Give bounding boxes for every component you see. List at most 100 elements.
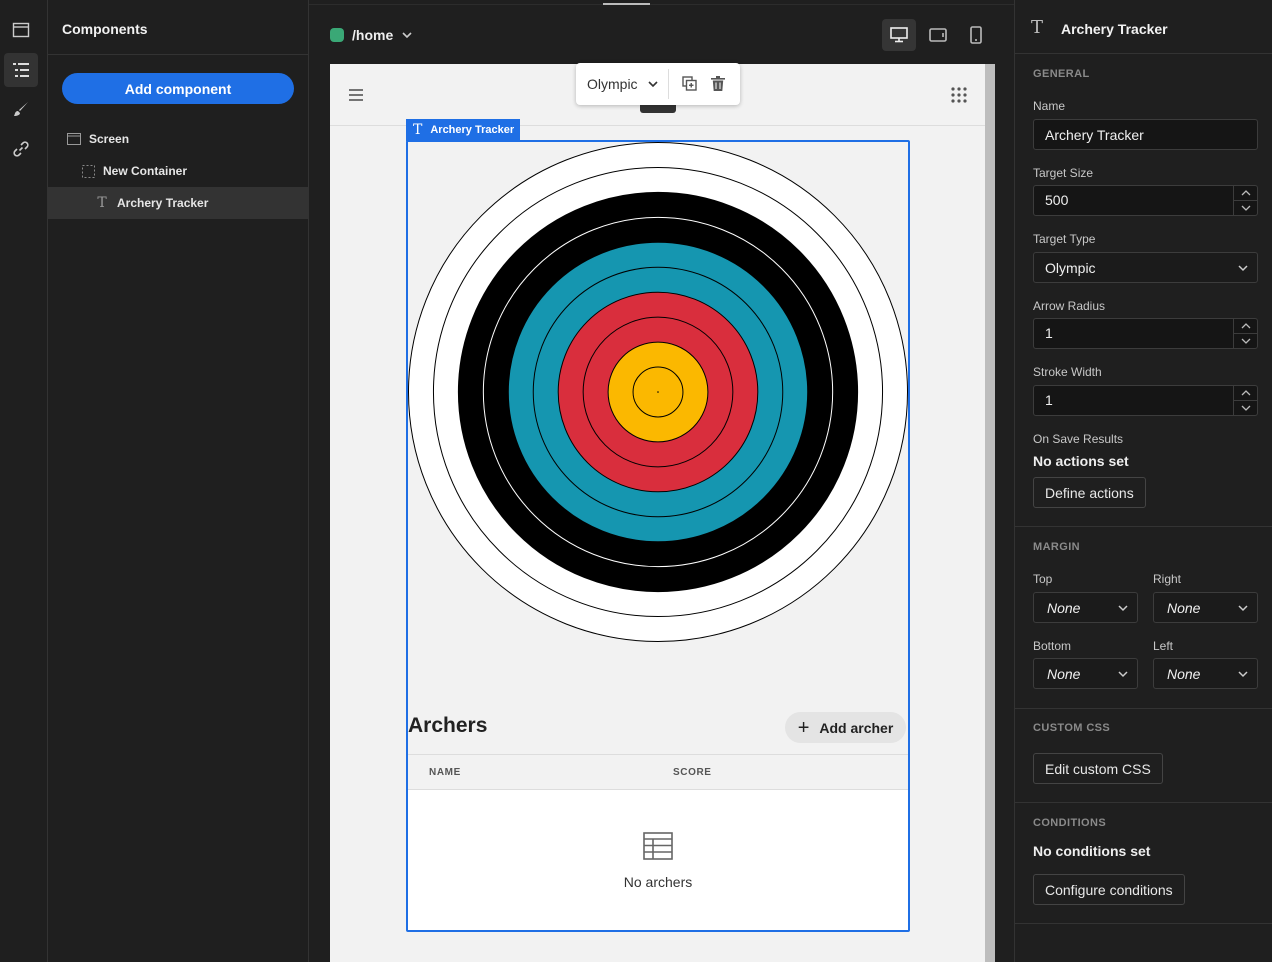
margin-top-value: None <box>1047 599 1081 616</box>
section-title-margin: MARGIN <box>1033 541 1081 553</box>
margin-left-select[interactable]: None <box>1153 658 1258 689</box>
add-archer-label: Add archer <box>819 719 894 736</box>
settings-header: T Archery Tracker <box>1015 0 1272 54</box>
tree-item-archery-tracker[interactable]: T Archery Tracker <box>48 187 309 219</box>
stroke-width-value: 1 <box>1045 392 1053 408</box>
column-header-score[interactable]: SCORE <box>673 767 712 778</box>
margin-bottom-select[interactable]: None <box>1033 658 1138 689</box>
name-label: Name <box>1033 99 1066 113</box>
arrow-radius-value: 1 <box>1045 325 1053 341</box>
column-header-name[interactable]: NAME <box>429 767 461 778</box>
tablet-icon <box>929 28 947 42</box>
on-save-label: On Save Results <box>1033 432 1124 446</box>
target-size-value: 500 <box>1045 192 1069 208</box>
tree-item-label: New Container <box>103 164 188 178</box>
target-type-label: Target Type <box>1033 232 1096 246</box>
empty-state-text: No archers <box>623 874 693 890</box>
chevron-down-icon[interactable] <box>647 78 659 90</box>
component-tree-icon[interactable] <box>4 53 38 87</box>
components-title: Components <box>62 21 148 37</box>
route-path[interactable]: /home <box>352 27 393 43</box>
component-toolbar: Olympic <box>576 63 740 105</box>
target-type-value: Olympic <box>1045 259 1096 276</box>
margin-right-select[interactable]: None <box>1153 592 1258 623</box>
archery-target[interactable] <box>408 142 908 642</box>
text-component-icon: T <box>1031 17 1044 38</box>
chevron-down-icon[interactable] <box>400 28 414 42</box>
divider <box>1015 802 1272 803</box>
container-icon <box>81 164 95 178</box>
tablet-preview-button[interactable] <box>921 19 955 51</box>
no-actions-text: No actions set <box>1033 453 1129 469</box>
chevron-up-icon[interactable] <box>1234 186 1257 200</box>
margin-bottom-value: None <box>1047 665 1081 682</box>
stroke-width-stepper[interactable]: 1 <box>1033 385 1258 416</box>
chevron-down-icon <box>1118 671 1128 678</box>
canvas-scrollbar[interactable] <box>985 64 995 962</box>
brush-icon[interactable] <box>4 92 38 126</box>
margin-right-value: None <box>1167 599 1201 616</box>
target-center-mark <box>657 391 659 393</box>
stepper-spin <box>1233 319 1257 348</box>
margin-right-label: Right <box>1153 572 1182 586</box>
target-size-label: Target Size <box>1033 166 1094 180</box>
link-icon[interactable] <box>4 132 38 166</box>
route-status-dot <box>330 28 344 42</box>
margin-top-select[interactable]: None <box>1033 592 1138 623</box>
menu-icon[interactable] <box>349 88 363 102</box>
desktop-icon <box>890 27 908 43</box>
trash-icon[interactable] <box>711 76 725 91</box>
mobile-preview-button[interactable] <box>959 19 993 51</box>
text-component-icon: T <box>97 195 107 211</box>
text-component-icon: T <box>413 122 423 138</box>
icon-rail <box>0 0 48 962</box>
screens-icon[interactable] <box>4 13 38 47</box>
selected-component-name: Archery Tracker <box>430 124 515 136</box>
margin-top-label: Top <box>1033 572 1053 586</box>
divider <box>1015 923 1272 924</box>
chevron-down-icon[interactable] <box>1234 333 1257 347</box>
settings-panel: T Archery Tracker GENERAL Name Archery T… <box>1014 0 1272 962</box>
edit-custom-css-button[interactable]: Edit custom CSS <box>1033 753 1163 784</box>
target-type-quick-select[interactable]: Olympic <box>587 76 638 92</box>
header-tab <box>640 105 676 113</box>
tree-item-screen[interactable]: Screen <box>48 123 309 155</box>
duplicate-icon[interactable] <box>682 76 697 91</box>
mobile-icon <box>970 26 982 44</box>
settings-component-name: Archery Tracker <box>1061 21 1168 37</box>
define-actions-button[interactable]: Define actions <box>1033 477 1146 508</box>
no-conditions-text: No conditions set <box>1033 843 1151 859</box>
chevron-down-icon[interactable] <box>1234 400 1257 414</box>
tree-item-label: Archery Tracker <box>117 196 209 210</box>
add-archer-button[interactable]: + Add archer <box>785 712 906 743</box>
chevron-down-icon <box>1238 605 1248 612</box>
selected-component-label[interactable]: T Archery Tracker <box>406 119 521 141</box>
desktop-preview-button[interactable] <box>882 19 916 51</box>
tree-item-new-container[interactable]: New Container <box>48 155 309 187</box>
arrow-radius-label: Arrow Radius <box>1033 299 1106 313</box>
divider <box>668 69 669 99</box>
arrow-radius-stepper[interactable]: 1 <box>1033 318 1258 349</box>
drag-handle[interactable] <box>603 3 650 5</box>
divider <box>1015 526 1272 527</box>
section-title-conditions: CONDITIONS <box>1033 817 1107 829</box>
chevron-down-icon <box>1118 605 1128 612</box>
add-component-button[interactable]: Add component <box>62 73 294 104</box>
name-field[interactable]: Archery Tracker <box>1033 119 1258 150</box>
stroke-width-label: Stroke Width <box>1033 365 1102 379</box>
stepper-spin <box>1233 386 1257 415</box>
table-icon <box>643 832 673 860</box>
chevron-up-icon[interactable] <box>1234 319 1257 333</box>
chevron-down-icon[interactable] <box>1234 200 1257 214</box>
plus-icon: + <box>797 716 810 739</box>
target-type-select[interactable]: Olympic <box>1033 252 1258 283</box>
components-panel: Components Add component Screen New Cont… <box>48 0 309 962</box>
target-size-stepper[interactable]: 500 <box>1033 185 1258 216</box>
section-title-general: GENERAL <box>1033 68 1090 80</box>
chevron-down-icon <box>1238 671 1248 678</box>
divider <box>48 54 309 55</box>
configure-conditions-button[interactable]: Configure conditions <box>1033 874 1185 905</box>
chevron-up-icon[interactable] <box>1234 386 1257 400</box>
apps-grid-icon[interactable] <box>950 86 968 104</box>
archers-table-body: No archers <box>408 790 908 930</box>
